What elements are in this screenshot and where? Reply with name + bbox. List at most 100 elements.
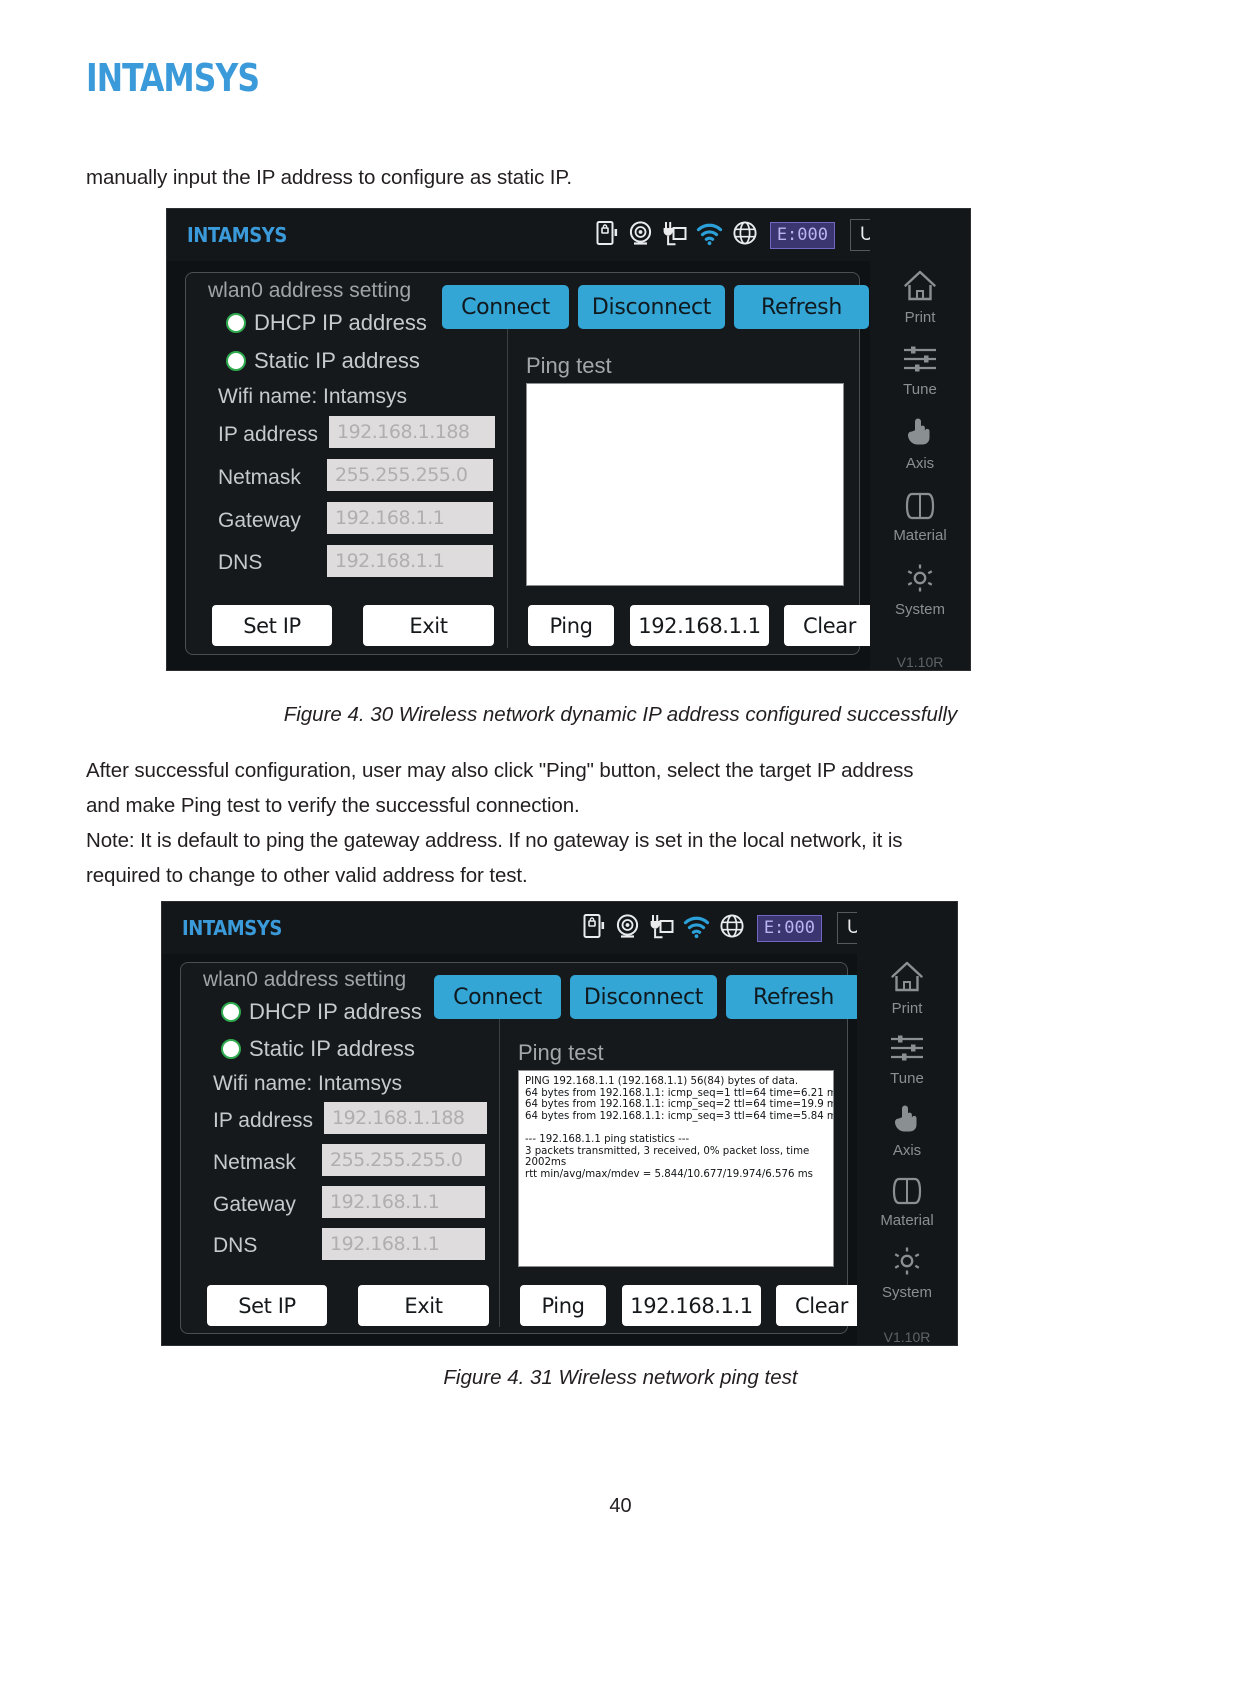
home-icon bbox=[887, 960, 927, 999]
figure-caption-430: Figure 4. 30 Wireless network dynamic IP… bbox=[283, 703, 958, 726]
device-screenshot-figure-430: INTAMSYS E:000 Udisk bbox=[166, 208, 971, 671]
paragraph-2-line-4: required to change to other valid addres… bbox=[86, 864, 528, 887]
ping-target-input-2[interactable]: 192.168.1.1 bbox=[622, 1285, 761, 1326]
disconnect-button[interactable]: Disconnect bbox=[578, 285, 725, 329]
paragraph-2-line-2: and make Ping test to verify the success… bbox=[86, 794, 580, 817]
panel-divider-2 bbox=[499, 1001, 500, 1327]
ip-address-label: IP address bbox=[218, 423, 319, 446]
rail-item-tune-2[interactable]: Tune bbox=[887, 1032, 927, 1087]
globe-icon[interactable] bbox=[719, 913, 745, 944]
material-spool-icon bbox=[900, 489, 940, 526]
ping-button[interactable]: Ping bbox=[528, 605, 614, 646]
rail-label-print: Print bbox=[904, 309, 936, 326]
gateway-label: Gateway bbox=[218, 509, 301, 532]
door-lock-icon[interactable] bbox=[582, 913, 606, 944]
firmware-version-2: V1.10R bbox=[883, 1329, 931, 1345]
page-number: 40 bbox=[609, 1495, 632, 1517]
rail-item-material[interactable]: Material bbox=[893, 489, 947, 544]
group-title-2: wlan0 address setting bbox=[203, 968, 407, 991]
sliders-icon bbox=[887, 1032, 927, 1069]
page-brand-logo: INTAMSYS bbox=[86, 56, 260, 100]
rail-item-system-2[interactable]: System bbox=[882, 1244, 932, 1301]
panel-divider bbox=[507, 313, 508, 648]
rail-item-print-2[interactable]: Print bbox=[887, 960, 927, 1017]
camera-icon[interactable] bbox=[628, 220, 653, 251]
refresh-button-2[interactable]: Refresh bbox=[726, 975, 861, 1019]
rail-label-tune-2: Tune bbox=[890, 1070, 924, 1087]
rail-label-print-2: Print bbox=[891, 1000, 923, 1017]
device-logo-2: INTAMSYS bbox=[182, 916, 282, 940]
disconnect-button-2[interactable]: Disconnect bbox=[570, 975, 717, 1019]
ping-test-label: Ping test bbox=[526, 353, 612, 378]
radio-dhcp[interactable]: DHCP IP address bbox=[226, 310, 427, 336]
camera-icon[interactable] bbox=[615, 913, 640, 944]
gear-icon bbox=[888, 1244, 926, 1283]
netmask-input-2[interactable]: 255.255.255.0 bbox=[322, 1144, 485, 1176]
gateway-label-2: Gateway bbox=[213, 1193, 296, 1216]
gear-icon bbox=[901, 561, 939, 600]
dns-input-2[interactable]: 192.168.1.1 bbox=[322, 1228, 485, 1260]
radio-static-label: Static IP address bbox=[254, 348, 420, 373]
ip-address-label-2: IP address bbox=[213, 1109, 314, 1132]
radio-dhcp-label-2: DHCP IP address bbox=[249, 999, 422, 1024]
wifi-icon[interactable] bbox=[683, 913, 710, 944]
group-title: wlan0 address setting bbox=[208, 279, 412, 302]
rail-label-system-2: System bbox=[881, 1284, 932, 1301]
dns-label: DNS bbox=[218, 551, 263, 574]
firmware-version: V1.10R bbox=[896, 654, 944, 670]
radio-dhcp-indicator-2 bbox=[221, 1002, 241, 1022]
connect-button-2[interactable]: Connect bbox=[434, 975, 561, 1019]
device-logo: INTAMSYS bbox=[187, 223, 287, 247]
radio-static-2[interactable]: Static IP address bbox=[221, 1036, 415, 1062]
device-screenshot-figure-431: INTAMSYS E:000 Udisk bbox=[161, 901, 958, 1346]
device-side-rail-2: Print Tune Axis Material System V1.10R bbox=[857, 902, 957, 1345]
sliders-icon bbox=[900, 343, 940, 380]
figure-caption-431: Figure 4. 31 Wireless network ping test bbox=[443, 1366, 798, 1389]
radio-static[interactable]: Static IP address bbox=[226, 348, 420, 374]
netmask-input[interactable]: 255.255.255.0 bbox=[327, 459, 493, 491]
wifi-name-label: Wifi name: Intamsys bbox=[218, 385, 408, 408]
wlan-settings-group: wlan0 address setting DHCP IP address St… bbox=[185, 272, 875, 655]
exit-button[interactable]: Exit bbox=[363, 605, 494, 646]
ping-button-2[interactable]: Ping bbox=[520, 1285, 606, 1326]
refresh-button[interactable]: Refresh bbox=[734, 285, 869, 329]
ip-address-input[interactable]: 192.168.1.188 bbox=[329, 416, 495, 448]
gateway-input[interactable]: 192.168.1.1 bbox=[327, 502, 493, 534]
device-status-bar-2: INTAMSYS E:000 Udisk bbox=[162, 902, 957, 954]
usb-monitor-icon[interactable] bbox=[649, 913, 674, 944]
rail-item-system[interactable]: System bbox=[895, 561, 945, 618]
door-lock-icon[interactable] bbox=[595, 220, 619, 251]
rail-item-tune[interactable]: Tune bbox=[900, 343, 940, 398]
ping-test-label-2: Ping test bbox=[518, 1040, 604, 1065]
paragraph-intro: manually input the IP address to configu… bbox=[86, 166, 572, 189]
paragraph-2-line-3: Note: It is default to ping the gateway … bbox=[86, 829, 903, 852]
rail-item-axis[interactable]: Axis bbox=[900, 415, 940, 472]
netmask-label-2: Netmask bbox=[213, 1151, 296, 1174]
clear-button-2[interactable]: Clear bbox=[776, 1285, 867, 1326]
rail-item-axis-2[interactable]: Axis bbox=[887, 1102, 927, 1159]
radio-static-indicator bbox=[226, 351, 246, 371]
clear-button[interactable]: Clear bbox=[784, 605, 875, 646]
ping-output-display-2: PING 192.168.1.1 (192.168.1.1) 56(84) by… bbox=[518, 1070, 834, 1267]
set-ip-button[interactable]: Set IP bbox=[212, 605, 332, 646]
home-icon bbox=[900, 269, 940, 308]
connect-button[interactable]: Connect bbox=[442, 285, 569, 329]
radio-dhcp-2[interactable]: DHCP IP address bbox=[221, 999, 422, 1025]
usb-monitor-icon[interactable] bbox=[662, 220, 687, 251]
set-ip-button-2[interactable]: Set IP bbox=[207, 1285, 327, 1326]
gateway-input-2[interactable]: 192.168.1.1 bbox=[322, 1186, 485, 1218]
rail-label-axis-2: Axis bbox=[892, 1142, 922, 1159]
rail-item-print[interactable]: Print bbox=[900, 269, 940, 326]
rail-label-system: System bbox=[894, 601, 945, 618]
error-code-badge: E:000 bbox=[769, 221, 835, 249]
rail-item-material-2[interactable]: Material bbox=[880, 1174, 934, 1229]
ping-output-display bbox=[526, 383, 844, 586]
exit-button-2[interactable]: Exit bbox=[358, 1285, 489, 1326]
dns-input[interactable]: 192.168.1.1 bbox=[327, 545, 493, 577]
globe-icon[interactable] bbox=[732, 220, 758, 251]
ip-address-input-2[interactable]: 192.168.1.188 bbox=[324, 1102, 487, 1134]
ping-target-input[interactable]: 192.168.1.1 bbox=[630, 605, 769, 646]
material-spool-icon bbox=[887, 1174, 927, 1211]
rail-label-material-2: Material bbox=[880, 1212, 934, 1229]
wifi-icon[interactable] bbox=[696, 220, 723, 251]
